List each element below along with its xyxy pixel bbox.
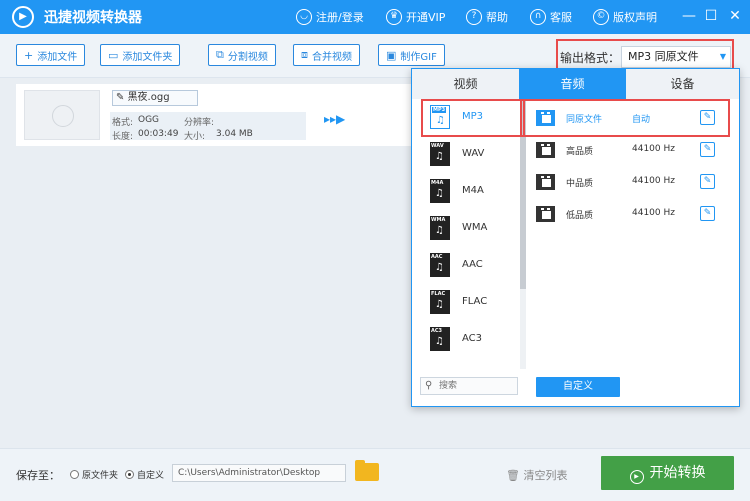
length-value: 00:03:49 xyxy=(138,129,179,139)
play-icon xyxy=(52,105,74,127)
output-format-label: 输出格式： xyxy=(560,51,621,65)
format-key: 格式: xyxy=(112,118,134,128)
tab-audio[interactable]: 音频 xyxy=(519,69,626,99)
close-button[interactable]: ✕ xyxy=(726,6,744,26)
app-logo-icon: ▶ xyxy=(12,6,34,28)
length-key: 长度: xyxy=(112,132,134,142)
headset-icon: ∩ xyxy=(530,9,546,25)
app-window: ▶ 迅捷视频转换器 ◡ 注册/登录 ♛ 开通VIP ? 帮助 ∩ 客服 © 版权声明 — … xyxy=(0,0,750,501)
audio-file-icon: AC3 ♫ xyxy=(430,327,450,351)
audio-file-icon: AAC ♫ xyxy=(430,253,450,277)
make-gif-button[interactable]: ▣ 制作GIF xyxy=(378,44,445,66)
gif-icon: ▣ xyxy=(386,48,397,62)
radio-dot xyxy=(70,470,79,479)
help-link[interactable]: ? 帮助 xyxy=(466,9,508,25)
format-item-flac[interactable]: FLAC ♫ FLAC xyxy=(420,288,516,322)
plus-icon: + xyxy=(24,48,34,62)
audio-file-icon: M4A ♫ xyxy=(430,179,450,203)
format-item-m4a[interactable]: M4A ♫ M4A xyxy=(420,177,516,211)
film-icon xyxy=(536,206,555,222)
quality-item-original[interactable]: 同原文件 自动 ✎ xyxy=(532,102,739,134)
film-icon xyxy=(536,174,555,190)
title-bar: ▶ 迅捷视频转换器 ◡ 注册/登录 ♛ 开通VIP ? 帮助 ∩ 客服 © 版权声明 — … xyxy=(0,0,750,34)
help-icon: ? xyxy=(466,9,482,25)
crown-icon: ♛ xyxy=(386,9,402,25)
file-name[interactable]: ✎ 黑夜.ogg xyxy=(112,90,198,106)
maximize-button[interactable]: ☐ xyxy=(702,6,720,26)
play-circle-icon: ▶ xyxy=(629,470,644,484)
audio-file-icon: WAV ♫ xyxy=(430,142,450,166)
quality-list: 同原文件 自动 ✎ 高品质 44100 Hz ✎ 中品质 44100 Hz ✎ 低品质 441… xyxy=(532,99,739,369)
trash-icon: 🗑 xyxy=(506,469,520,482)
minimize-button[interactable]: — xyxy=(680,6,698,26)
format-item-aac[interactable]: AAC ♫ AAC xyxy=(420,251,516,285)
split-video-button[interactable]: ⧉ 分割视频 xyxy=(208,44,276,66)
custom-format-button[interactable]: 自定义 xyxy=(536,377,620,397)
app-title: 迅捷视频转换器 xyxy=(44,10,142,26)
radio-source-folder[interactable]: 原文件夹 xyxy=(70,468,118,481)
tab-device[interactable]: 设备 xyxy=(626,69,739,99)
edit-icon[interactable]: ✎ xyxy=(700,206,715,221)
edit-icon[interactable]: ✎ xyxy=(700,174,715,189)
edit-icon[interactable]: ✎ xyxy=(700,110,715,125)
film-icon xyxy=(536,142,555,158)
output-path-field[interactable]: C:\Users\Administrator\Desktop xyxy=(172,464,346,482)
merge-video-button[interactable]: ⧈ 合并视频 xyxy=(293,44,360,66)
browse-folder-icon[interactable] xyxy=(355,460,379,481)
service-link[interactable]: ∩ 客服 xyxy=(530,9,572,25)
search-icon: ⚲ xyxy=(425,380,433,391)
video-thumbnail[interactable] xyxy=(24,90,100,140)
size-key: 大小: xyxy=(184,132,206,142)
quality-item-high[interactable]: 高品质 44100 Hz ✎ xyxy=(532,134,739,166)
format-search: ⚲ xyxy=(420,377,518,395)
output-file-preview xyxy=(384,92,410,142)
file-row[interactable]: ✎ 黑夜.ogg 格式: OGG 分辨率: 长度: 00:03:49 大小: 3… xyxy=(16,84,416,146)
audio-file-icon: FLAC ♫ xyxy=(430,290,450,314)
format-list-scrollbar[interactable] xyxy=(520,99,526,369)
format-value: OGG xyxy=(138,115,160,125)
add-file-button[interactable]: + 添加文件 xyxy=(16,44,86,66)
format-tabs: 视频 音频 设备 xyxy=(412,69,739,99)
format-item-wma[interactable]: WMA ♫ WMA xyxy=(420,214,516,248)
edit-icon[interactable]: ✎ xyxy=(700,142,715,157)
user-icon: ◡ xyxy=(296,9,312,25)
search-input[interactable] xyxy=(439,379,515,393)
radio-custom-folder[interactable]: 自定义 xyxy=(125,468,164,481)
bottom-bar: 保存至： 原文件夹 自定义 C:\Users\Administrator\Des… xyxy=(0,448,750,501)
copyright-icon: © xyxy=(593,9,609,25)
resolution-key: 分辨率: xyxy=(184,118,215,128)
tab-video[interactable]: 视频 xyxy=(412,69,519,99)
film-icon xyxy=(536,110,555,126)
folder-icon: ▭ xyxy=(108,48,119,62)
format-item-wav[interactable]: WAV ♫ WAV xyxy=(420,140,516,174)
scrollbar-thumb[interactable] xyxy=(520,99,526,289)
scissors-icon: ⧉ xyxy=(216,48,224,61)
clear-list-button[interactable]: 🗑 清空列表 xyxy=(506,467,567,483)
start-convert-button[interactable]: ▶ 开始转换 xyxy=(601,456,734,490)
format-dialog: 视频 音频 设备 MP3 ♫ MP3 WAV ♫ WAV M4A ♫ M4A WMA ♫ WMA… xyxy=(411,68,740,407)
merge-icon: ⧈ xyxy=(301,48,308,61)
audio-file-icon: MP3 ♫ xyxy=(430,105,450,129)
vip-link[interactable]: ♛ 开通VIP xyxy=(386,9,445,25)
convert-arrow-icon: ▸▸▶ xyxy=(324,112,346,126)
save-to-label: 保存至： xyxy=(16,469,60,482)
format-item-mp3[interactable]: MP3 ♫ MP3 xyxy=(420,103,516,137)
audio-format-list: MP3 ♫ MP3 WAV ♫ WAV M4A ♫ M4A WMA ♫ WMA AAC ♫ AAC … xyxy=(412,99,520,369)
copyright-link[interactable]: © 版权声明 xyxy=(593,9,657,25)
format-item-ac3[interactable]: AC3 ♫ AC3 xyxy=(420,325,516,359)
quality-item-medium[interactable]: 中品质 44100 Hz ✎ xyxy=(532,166,739,198)
audio-file-icon: WMA ♫ xyxy=(430,216,450,240)
radio-dot-selected xyxy=(125,470,134,479)
dropdown-arrow-icon: ▼ xyxy=(719,52,726,61)
quality-item-low[interactable]: 低品质 44100 Hz ✎ xyxy=(532,198,739,230)
login-link[interactable]: ◡ 注册/登录 xyxy=(296,9,364,25)
add-folder-button[interactable]: ▭ 添加文件夹 xyxy=(100,44,181,66)
output-format-dropdown[interactable]: MP3 同原文件 ▼ xyxy=(621,46,731,68)
size-value: 3.04 MB xyxy=(216,129,253,139)
